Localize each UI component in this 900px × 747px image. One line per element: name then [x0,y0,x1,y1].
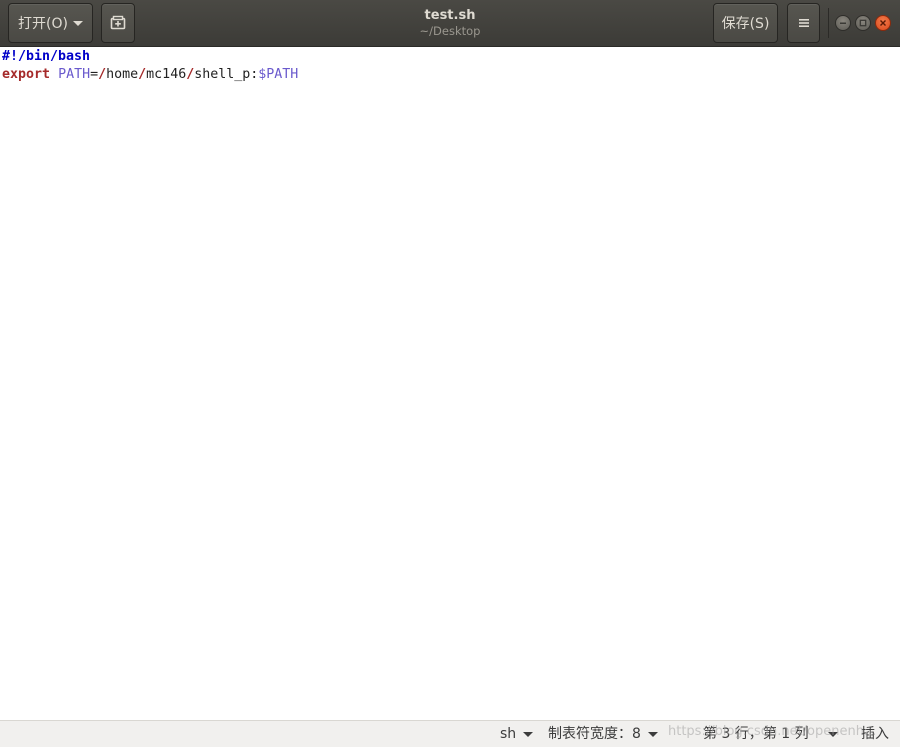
open-button[interactable]: 打开(O) [8,3,93,43]
shebang-token: #!/bin/bash [2,49,91,64]
code-line: export PATH=/home/mc146/shell_p:$PATH [2,66,298,84]
watermark-text: https://blog.csdn.net/openenh... [668,724,877,739]
open-button-label: 打开(O) [18,16,68,32]
header-bar: 打开(O) test.sh ~/Desktop 保存(S) [0,0,900,47]
menu-button[interactable] [787,3,820,43]
close-button[interactable] [875,15,891,31]
new-document-button[interactable] [101,3,135,43]
save-button-label: 保存(S) [721,16,770,32]
save-button[interactable]: 保存(S) [713,3,778,43]
path-segment-token: mc146 [146,67,187,82]
document-title: test.sh [424,8,476,23]
chevron-down-icon [72,20,83,26]
maximize-icon [859,19,867,27]
maximize-button[interactable] [855,15,871,31]
language-label: sh [500,726,517,742]
tab-width-selector[interactable]: 制表符宽度：8 [548,724,658,744]
chevron-down-icon [523,731,534,737]
chevron-down-icon [647,731,658,737]
path-segment-token: home [106,67,139,82]
code-line: #!/bin/bash [2,48,90,66]
window-title-area: test.sh ~/Desktop [300,7,600,39]
slash-token: / [98,67,107,82]
minimize-icon [840,22,846,24]
new-document-icon [110,15,126,30]
slash-token: / [138,67,147,82]
equals-token: = [90,67,99,82]
header-separator [828,8,829,38]
variable-name-token: PATH [58,67,91,82]
tab-width-label: 制表符宽度：8 [548,726,641,742]
minimize-button[interactable] [835,15,851,31]
path-segment-token: shell_p: [194,67,259,82]
language-selector[interactable]: sh [500,724,534,744]
hamburger-menu-icon [798,19,809,27]
text-editor-area[interactable]: #!/bin/bash export PATH=/home/mc146/shel… [0,48,900,720]
keyword-token: export [2,67,51,82]
document-path: ~/Desktop [419,24,481,38]
variable-reference-token: $PATH [258,67,299,82]
close-icon [880,20,886,26]
